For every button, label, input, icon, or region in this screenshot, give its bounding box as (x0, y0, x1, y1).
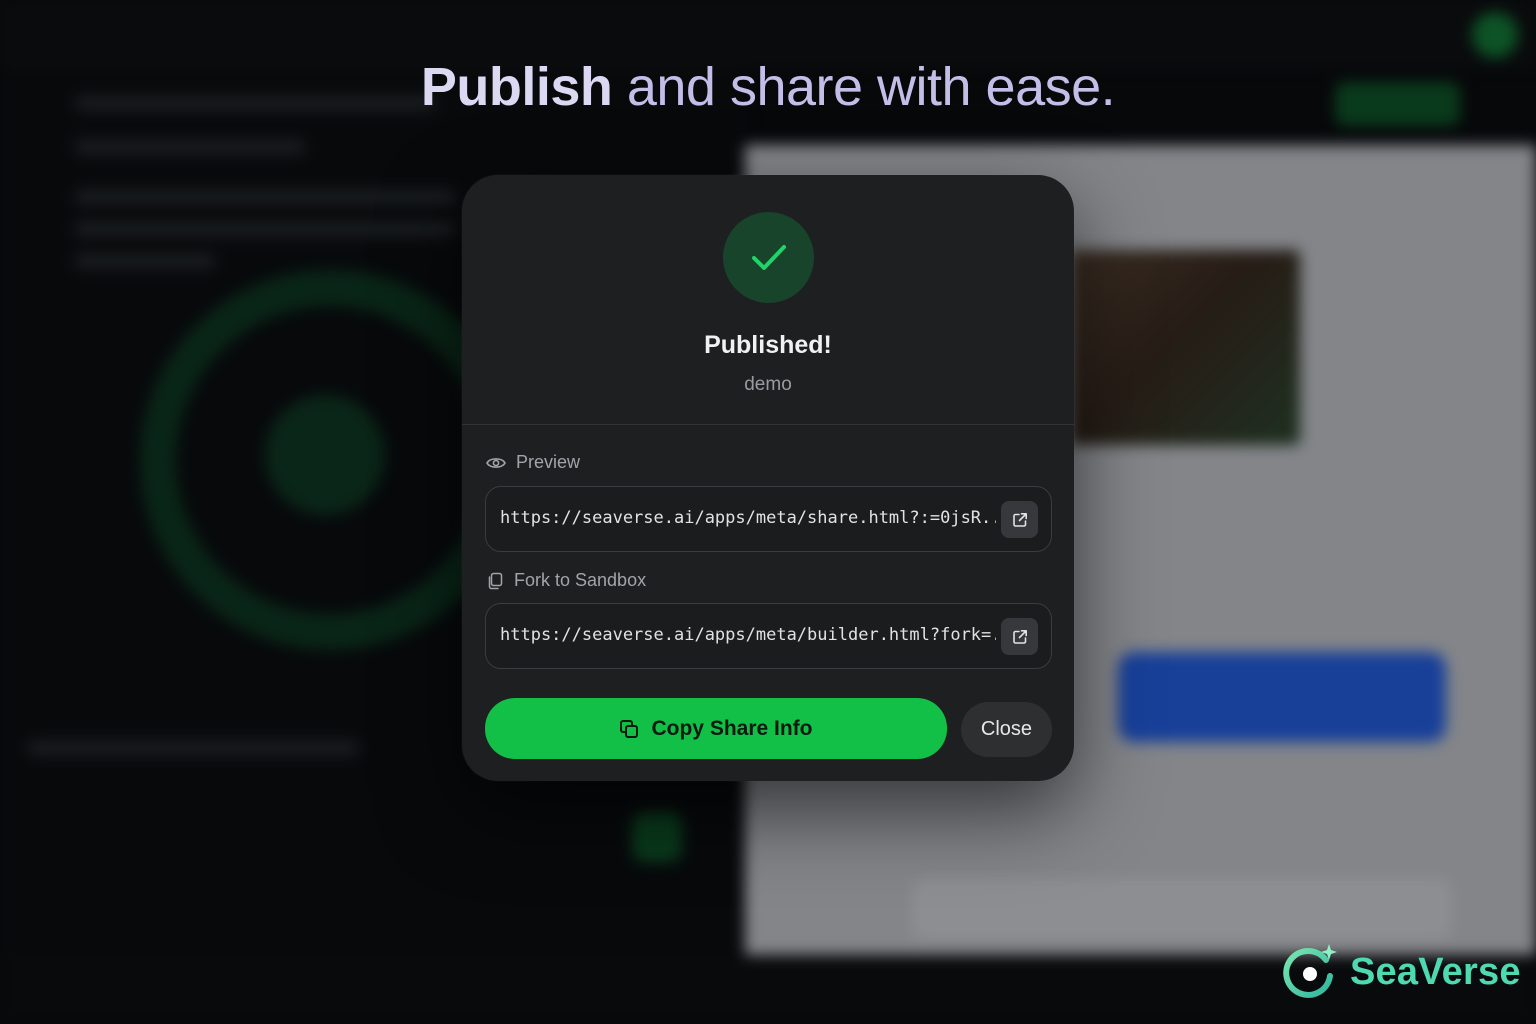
dialog-subtitle: demo (744, 374, 792, 395)
publish-dialog: Published! demo Preview https://seaverse… (462, 175, 1074, 781)
brand-name: SeaVerse (1350, 950, 1521, 993)
eye-icon (486, 457, 506, 468)
divider (462, 424, 1074, 425)
copy-icon (488, 572, 503, 589)
fork-label-text: Fork to Sandbox (514, 570, 647, 590)
seaverse-logo-icon (1283, 944, 1337, 998)
headline: Publish and share with ease. (0, 56, 1536, 118)
headline-rest: and share with ease. (612, 57, 1116, 117)
external-link-icon (1012, 512, 1027, 527)
headline-strong: Publish (420, 57, 613, 117)
preview-url-text[interactable]: https://seaverse.ai/apps/meta/share.html… (500, 508, 996, 528)
open-fork-button[interactable] (1001, 618, 1038, 655)
copy-share-info-label: Copy Share Info (651, 716, 813, 740)
copy-icon (620, 719, 639, 738)
preview-label: Preview (486, 452, 580, 473)
open-preview-button[interactable] (1001, 501, 1038, 538)
preview-url-field[interactable]: https://seaverse.ai/apps/meta/share.html… (485, 486, 1052, 552)
fork-url-text[interactable]: https://seaverse.ai/apps/meta/builder.ht… (500, 625, 996, 645)
brand-logo: SeaVerse (1282, 942, 1521, 1002)
preview-label-text: Preview (516, 452, 581, 472)
fork-url-field[interactable]: https://seaverse.ai/apps/meta/builder.ht… (485, 603, 1052, 669)
success-badge (723, 212, 814, 303)
close-button[interactable]: Close (961, 702, 1052, 757)
copy-share-info-button[interactable]: Copy Share Info (485, 698, 947, 759)
dialog-title: Published! (704, 331, 832, 359)
fork-label: Fork to Sandbox (486, 570, 646, 591)
checkmark-icon (751, 244, 786, 270)
external-link-icon (1012, 629, 1027, 644)
